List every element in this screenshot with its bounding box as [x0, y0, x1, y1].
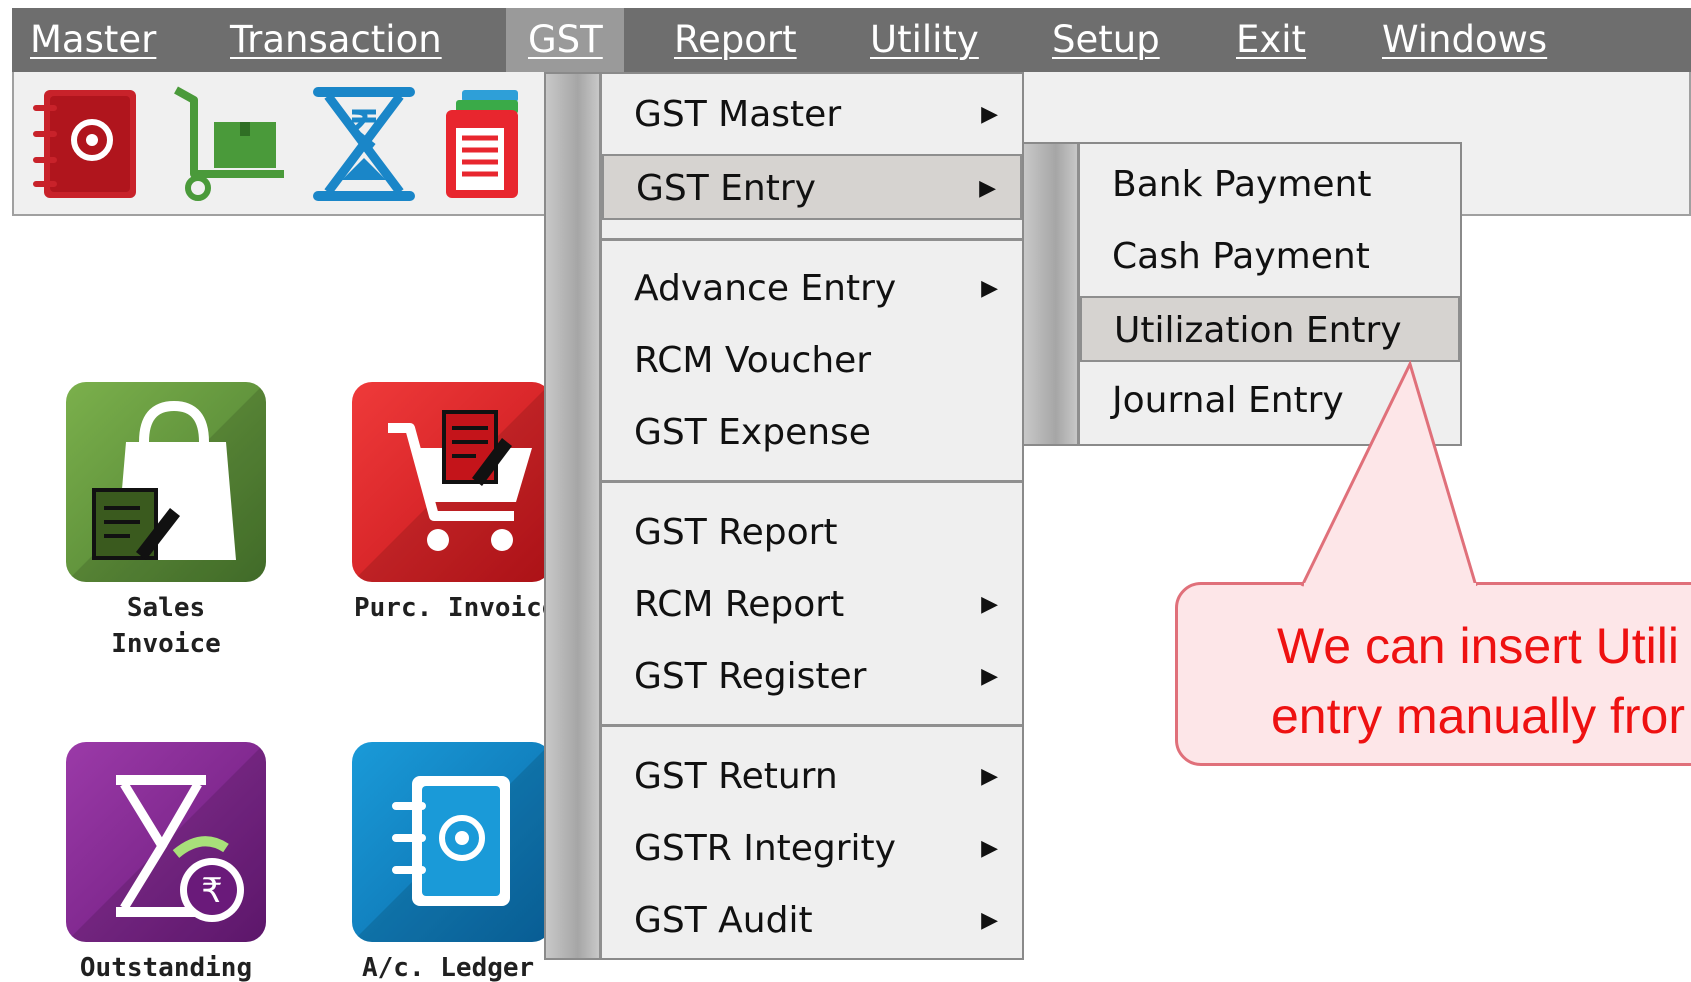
submenu-item-cash-payment[interactable]: Cash Payment — [1080, 224, 1460, 290]
register-book-icon[interactable] — [438, 84, 518, 204]
menu-windows-label: Windows — [1382, 18, 1548, 61]
menu-setup-label: Setup — [1052, 18, 1160, 61]
chevron-right-icon: ▶ — [981, 764, 998, 789]
callout-text: We can insert Utili entry manually fror — [1178, 611, 1691, 751]
menu-item-label: GST Return — [634, 756, 838, 797]
menu-item-label: GSTR Integrity — [634, 828, 896, 869]
sales-invoice-label-line1: Sales — [126, 593, 206, 623]
submenu-item-label: Bank Payment — [1112, 164, 1372, 205]
chevron-right-icon: ▶ — [981, 908, 998, 933]
shopping-bag-icon — [66, 382, 266, 582]
outstanding-tile[interactable]: ₹ — [66, 742, 266, 942]
menu-exit[interactable]: Exit — [1236, 8, 1306, 72]
menu-item-label: GST Entry — [636, 168, 816, 209]
menu-item-advance-entry[interactable]: Advance Entry ▶ — [602, 256, 1022, 322]
outstanding-label: Outstanding — [79, 953, 253, 982]
callout-pointer — [1300, 359, 1478, 588]
submenu-item-label: Utilization Entry — [1114, 310, 1402, 351]
menu-utility-label: Utility — [870, 18, 979, 61]
callout-text-line2: entry manually fror — [1270, 688, 1686, 744]
menu-item-gst-master[interactable]: GST Master ▶ — [602, 82, 1022, 148]
menu-master[interactable]: Master — [30, 8, 156, 72]
sales-invoice-label-line2: Invoice — [111, 629, 221, 659]
submenu-item-bank-payment[interactable]: Bank Payment — [1080, 152, 1460, 218]
menu-gst-label: GST — [528, 18, 603, 61]
chevron-right-icon: ▶ — [981, 664, 998, 689]
menu-separator — [602, 238, 1022, 241]
menu-item-label: GST Audit — [634, 900, 813, 941]
chevron-right-icon: ▶ — [981, 592, 998, 617]
menu-item-label: RCM Report — [634, 584, 845, 625]
ac-ledger-tile[interactable] — [352, 742, 552, 942]
menu-item-gst-return[interactable]: GST Return ▶ — [602, 744, 1022, 810]
sales-invoice-tile[interactable] — [66, 382, 266, 582]
menu-utility[interactable]: Utility — [870, 8, 979, 72]
address-book-icon[interactable] — [30, 84, 150, 204]
menu-item-label: RCM Voucher — [634, 340, 872, 381]
hourglass-rupee-icon: ₹ — [66, 742, 266, 942]
menu-item-label: GST Master — [634, 94, 842, 135]
menu-item-gstr-integrity[interactable]: GSTR Integrity ▶ — [602, 816, 1022, 882]
submenu-item-label: Cash Payment — [1112, 236, 1370, 277]
menu-item-rcm-report[interactable]: RCM Report ▶ — [602, 572, 1022, 638]
menu-setup[interactable]: Setup — [1052, 8, 1160, 72]
chevron-right-icon: ▶ — [981, 276, 998, 301]
callout-text-line1: We can insert Utili — [1277, 618, 1679, 674]
chevron-right-icon: ▶ — [981, 836, 998, 861]
menu-transaction[interactable]: Transaction — [230, 8, 442, 72]
menu-item-label: GST Register — [634, 656, 867, 697]
menu-gst[interactable]: GST — [506, 8, 624, 72]
menu-item-gst-audit[interactable]: GST Audit ▶ — [602, 888, 1022, 954]
menu-report[interactable]: Report — [674, 8, 797, 72]
menubar: Master Transaction GST Report Utility Se… — [12, 8, 1691, 72]
submenu-item-utilization-entry[interactable]: Utilization Entry — [1080, 296, 1460, 362]
menu-separator — [602, 724, 1022, 727]
menu-master-label: Master — [30, 18, 157, 61]
menu-exit-label: Exit — [1236, 18, 1307, 61]
menu-item-label: GST Report — [634, 512, 838, 553]
hand-truck-icon[interactable] — [170, 84, 290, 204]
menu-item-rcm-voucher[interactable]: RCM Voucher — [602, 328, 1022, 394]
menu-item-label: GST Expense — [634, 412, 871, 453]
menu-item-label: Advance Entry — [634, 268, 897, 309]
chevron-right-icon: ▶ — [979, 176, 996, 201]
svg-text:₹: ₹ — [201, 871, 223, 911]
chevron-right-icon: ▶ — [981, 102, 998, 127]
menu-report-label: Report — [674, 18, 797, 61]
app-window: Master Transaction GST Report Utility Se… — [0, 0, 1691, 982]
menu-separator — [602, 480, 1022, 483]
purc-invoice-tile[interactable] — [352, 382, 552, 582]
menu-gutter — [1024, 144, 1080, 444]
menu-item-gst-entry[interactable]: GST Entry ▶ — [602, 154, 1022, 220]
shopping-cart-icon — [352, 382, 552, 582]
menu-transaction-label: Transaction — [230, 18, 442, 61]
menu-item-gst-register[interactable]: GST Register ▶ — [602, 644, 1022, 710]
hourglass-rupee-icon[interactable] — [304, 84, 424, 204]
gst-menu: GST Master ▶ GST Entry ▶ Advance Entry ▶… — [544, 72, 1024, 960]
menu-item-gst-expense[interactable]: GST Expense — [602, 400, 1022, 466]
callout-tooltip: We can insert Utili entry manually fror — [1175, 582, 1691, 766]
sales-invoice-label: Sales Invoice — [46, 590, 286, 662]
menu-item-gst-report[interactable]: GST Report — [602, 500, 1022, 566]
menu-gutter — [546, 74, 602, 958]
address-book-icon — [352, 742, 552, 942]
menu-windows[interactable]: Windows — [1382, 8, 1547, 72]
